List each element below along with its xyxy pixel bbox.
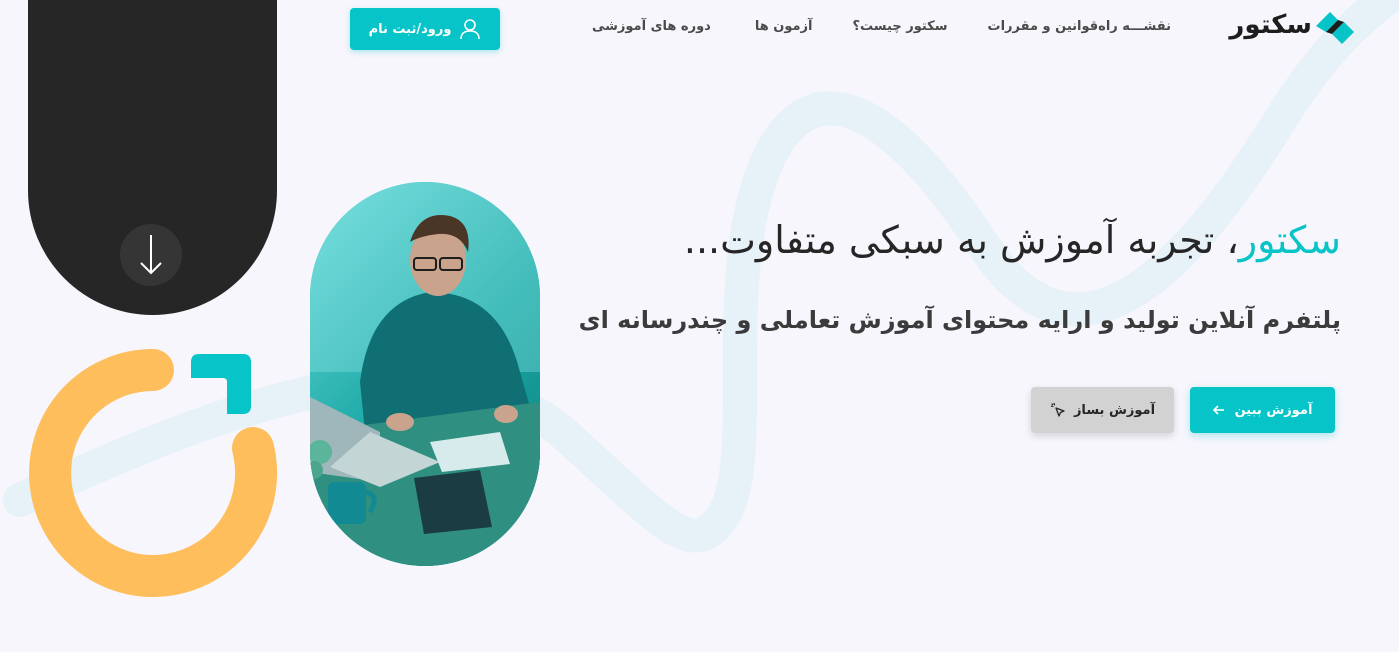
nav-item-exams[interactable]: آزمون ها	[755, 19, 813, 34]
landing-page: سکتور دوره های آموزشی آزمون ها سکتور چیس…	[0, 0, 1399, 652]
sector-logo-icon	[1316, 12, 1354, 44]
nav-item-about[interactable]: سکتور چیست؟	[853, 19, 948, 34]
hero-subtitle: پلتفرم آنلاین تولید و ارایه محتوای آموزش…	[578, 306, 1341, 334]
arrow-down-icon	[140, 235, 162, 275]
arrow-left-icon	[1212, 404, 1225, 416]
nav-item-rules[interactable]: قوانین و مقررات	[988, 19, 1099, 34]
nav-item-roadmap[interactable]: نقشـــه راه	[1098, 19, 1171, 34]
cursor-click-icon	[1050, 402, 1066, 418]
learn-button-label: آموزش ببین	[1234, 402, 1313, 418]
site-logo[interactable]: سکتور	[1229, 8, 1358, 46]
learn-button[interactable]: آموزش ببین	[1190, 387, 1335, 433]
hero-title-accent: سکتور	[1238, 218, 1341, 262]
hero-title-rest: ، تجربه آموزش به سبکی متفاوت...	[683, 218, 1239, 262]
hero-title: سکتور، تجربه آموزش به سبکی متفاوت...	[684, 218, 1341, 262]
user-icon	[460, 19, 481, 40]
hero-photo	[310, 182, 540, 566]
login-label: ورود/ثبت نام	[368, 21, 452, 37]
nav-item-courses[interactable]: دوره های آموزشی	[592, 19, 711, 34]
main-nav: دوره های آموزشی آزمون ها سکتور چیست؟ قوا…	[548, 19, 1171, 34]
login-register-button[interactable]: ورود/ثبت نام	[350, 8, 500, 50]
logo-text: سکتور	[1229, 10, 1312, 40]
create-course-button[interactable]: آموزش بساز	[1031, 387, 1174, 433]
scroll-down-button[interactable]	[120, 224, 182, 286]
create-button-label: آموزش بساز	[1073, 402, 1156, 418]
decorative-teal-square	[191, 354, 251, 414]
